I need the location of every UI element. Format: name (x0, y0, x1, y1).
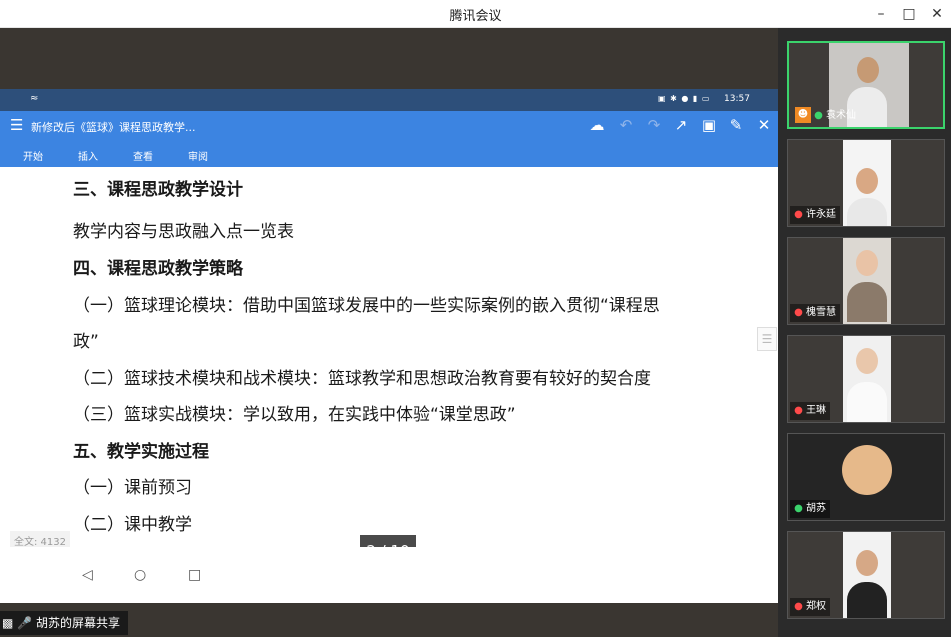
tab-insert[interactable]: 插入 (78, 148, 98, 163)
participant-tile[interactable]: ● 许永廷 (787, 139, 945, 227)
participant-tile[interactable]: ● 胡苏 (787, 433, 945, 521)
participant-video (843, 336, 891, 422)
menu-icon[interactable]: ☰ (10, 116, 23, 134)
doc-paragraph: （二）篮球技术模块和战术模块：篮球教学和思想政治教育要有较好的契合度 (73, 369, 651, 389)
android-nav-bar: ◁ ○ □ (0, 547, 778, 603)
document-toolbar: ☰ 新修改后《篮球》课程思政教学... ☁ ↶ ↷ ↗ ▣ ✎ ✕ (0, 111, 778, 141)
minimize-icon[interactable]: – (871, 4, 891, 24)
close-icon[interactable]: ✕ (927, 4, 947, 24)
participant-namebar: ● 许永廷 (790, 206, 840, 224)
participant-video (843, 238, 891, 324)
doc-paragraph: 政” (73, 332, 99, 352)
shared-phone-screen: ≈ ▣ ✱ ● ▮ ▭ 13:57 ☰ 新修改后《篮球》课程思政教学... ☁ … (0, 89, 778, 603)
participant-namebar: ☻ ● 袁术仙 (791, 107, 860, 125)
close-doc-icon[interactable]: ✕ (755, 116, 773, 134)
edit-icon[interactable]: ✎ (727, 116, 745, 134)
screen-share-label: ▩ 🎤 胡苏的屏幕共享 (0, 611, 128, 635)
doc-heading: 五、教学实施过程 (73, 442, 209, 462)
avatar (842, 445, 892, 495)
participant-tile[interactable]: ● 槐雪慧 (787, 237, 945, 325)
window-titlebar: 腾讯会议 – □ ✕ (0, 0, 951, 28)
mic-muted-icon: ● (794, 405, 803, 416)
doc-paragraph: （二）课中教学 (73, 515, 192, 535)
tab-review[interactable]: 审阅 (188, 148, 208, 163)
participant-sidebar: ☻ ● 袁术仙 ● 许永廷 ● 槐雪慧 ● 王琳 ● 胡苏 ● 郑权 (778, 28, 951, 637)
recents-icon[interactable]: □ (188, 567, 201, 583)
participant-name: 王琳 (806, 405, 826, 416)
app-title: 腾讯会议 (449, 9, 502, 24)
view-mode-icon[interactable]: ▣ (700, 116, 718, 134)
redo-icon[interactable]: ↷ (645, 116, 663, 134)
doc-paragraph: 教学内容与思政融入点一览表 (73, 222, 294, 242)
mic-on-icon: ● (794, 503, 803, 514)
participant-tile[interactable]: ☻ ● 袁术仙 (787, 41, 945, 129)
host-icon: ☻ (795, 107, 811, 123)
ribbon-tabs: 开始 插入 查看 审阅 (0, 141, 778, 167)
participant-name: 袁术仙 (826, 110, 856, 121)
tab-view[interactable]: 查看 (133, 148, 153, 163)
back-icon[interactable]: ◁ (82, 567, 93, 583)
mic-muted-icon: ● (794, 209, 803, 220)
wifi-icon: ≈ (30, 93, 39, 104)
share-owner-label: 胡苏的屏幕共享 (35, 616, 120, 630)
status-time: 13:57 (724, 94, 750, 104)
participant-namebar: ● 槐雪慧 (790, 304, 840, 322)
doc-paragraph: （一）篮球理论模块：借助中国篮球发展中的一些实际案例的嵌入贯彻“课程思 (73, 296, 660, 316)
share-icon[interactable]: ↗ (672, 116, 690, 134)
participant-tile[interactable]: ● 郑权 (787, 531, 945, 619)
document-body[interactable]: 三、课程思政教学设计 教学内容与思政融入点一览表 四、课程思政教学策略 （一）篮… (0, 167, 778, 547)
participant-tile[interactable]: ● 王琳 (787, 335, 945, 423)
cloud-sync-icon[interactable]: ☁ (588, 116, 606, 134)
participant-name: 胡苏 (806, 503, 826, 514)
participant-namebar: ● 胡苏 (790, 500, 830, 518)
doc-heading: 三、课程思政教学设计 (73, 180, 243, 200)
scroll-handle[interactable]: ☰ (757, 327, 777, 351)
mic-muted-icon: ● (794, 601, 803, 612)
participant-video (843, 140, 891, 226)
document-title: 新修改后《篮球》课程思政教学... (31, 121, 196, 134)
participant-name: 许永廷 (806, 209, 836, 220)
participant-name: 槐雪慧 (806, 307, 836, 318)
home-icon[interactable]: ○ (134, 567, 146, 583)
phone-status-bar: ≈ ▣ ✱ ● ▮ ▭ 13:57 (0, 89, 778, 111)
tab-start[interactable]: 开始 (23, 148, 43, 163)
doc-paragraph: （一）课前预习 (73, 478, 192, 498)
participant-namebar: ● 郑权 (790, 598, 830, 616)
shared-screen-area: ≈ ▣ ✱ ● ▮ ▭ 13:57 ☰ 新修改后《篮球》课程思政教学... ☁ … (0, 28, 778, 637)
mic-on-icon: ● (814, 110, 823, 121)
doc-paragraph: （三）篮球实战模块：学以致用，在实践中体验“课堂思政” (73, 405, 516, 425)
mic-icon: 🎤 (17, 616, 33, 630)
undo-icon[interactable]: ↶ (617, 116, 635, 134)
participant-namebar: ● 王琳 (790, 402, 830, 420)
status-icons: ▣ ✱ ● ▮ ▭ (658, 94, 711, 103)
maximize-icon[interactable]: □ (899, 4, 919, 24)
screen-share-icon: ▩ (2, 616, 14, 630)
mic-muted-icon: ● (794, 307, 803, 318)
doc-heading: 四、课程思政教学策略 (73, 259, 243, 279)
participant-video (843, 532, 891, 618)
participant-name: 郑权 (806, 601, 826, 612)
